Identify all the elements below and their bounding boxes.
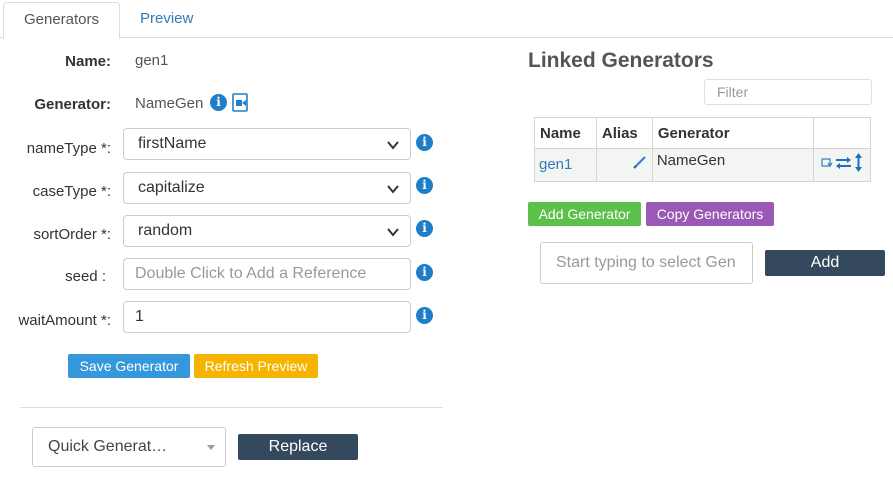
refresh-preview-button[interactable]: Refresh Preview <box>194 354 318 378</box>
chevron-down-icon <box>387 185 399 194</box>
add-generator-button[interactable]: Add Generator <box>528 202 641 226</box>
column-header-alias[interactable]: Alias <box>595 117 653 149</box>
column-header-name[interactable]: Name <box>534 117 597 149</box>
add-button[interactable]: Add <box>765 250 885 276</box>
name-label: Name: <box>65 53 111 70</box>
save-generator-button[interactable]: Save Generator <box>68 354 190 378</box>
case-type-value: capitalize <box>138 179 205 196</box>
generator-label: Generator: <box>34 96 111 113</box>
tab-generators[interactable]: Generators <box>3 2 120 39</box>
vertical-arrows-icon[interactable] <box>854 153 863 172</box>
quick-generator-value: Quick Generat… <box>48 438 168 455</box>
chevron-down-icon <box>387 228 399 237</box>
quick-generator-select[interactable]: Quick Generat… <box>32 427 226 467</box>
tab-preview[interactable]: Preview <box>122 2 211 39</box>
name-type-value: firstName <box>138 135 207 152</box>
divider <box>20 407 443 408</box>
linked-generators-title: Linked Generators <box>528 49 714 72</box>
info-circle-icon[interactable]: i <box>416 264 433 281</box>
generator-value: NameGen <box>135 95 204 112</box>
info-circle-icon[interactable]: i <box>210 94 227 111</box>
seed-label: seed : <box>65 268 106 285</box>
tab-bar: Generators Preview <box>0 0 893 39</box>
generator-search-input[interactable] <box>540 242 753 284</box>
replace-button[interactable]: Replace <box>238 434 358 460</box>
info-circle-icon[interactable]: i <box>416 134 433 151</box>
chevron-down-icon <box>387 141 399 150</box>
generator-name-link[interactable]: gen1 <box>539 156 572 173</box>
name-type-label: nameType *: <box>26 140 111 157</box>
retweet-icon[interactable] <box>819 157 834 169</box>
column-header-generator[interactable]: Generator <box>651 117 815 149</box>
video-icon[interactable] <box>232 93 250 112</box>
wait-amount-input[interactable] <box>123 301 411 333</box>
sort-order-value: random <box>138 222 193 239</box>
info-circle-icon[interactable]: i <box>416 307 433 324</box>
case-type-select[interactable]: capitalize <box>123 172 411 204</box>
sort-order-label: sortOrder *: <box>33 226 111 243</box>
caret-down-icon <box>207 445 215 450</box>
column-header-actions <box>813 117 871 149</box>
copy-generators-button[interactable]: Copy Generators <box>646 202 774 226</box>
pencil-icon[interactable] <box>633 155 647 169</box>
linked-generators-table: Name Alias Generator gen1 NameGen <box>534 117 871 182</box>
sort-order-select[interactable]: random <box>123 215 411 247</box>
wait-amount-label: waitAmount *: <box>18 312 111 329</box>
name-value: gen1 <box>135 52 169 69</box>
generator-type-value: NameGen <box>656 152 726 169</box>
name-type-select[interactable]: firstName <box>123 128 411 160</box>
exchange-icon[interactable] <box>835 156 852 170</box>
table-row: gen1 NameGen <box>534 148 871 182</box>
info-circle-icon[interactable]: i <box>416 220 433 237</box>
seed-input[interactable] <box>123 258 411 290</box>
filter-input[interactable] <box>704 79 872 105</box>
info-circle-icon[interactable]: i <box>416 177 433 194</box>
case-type-label: caseType *: <box>32 183 111 200</box>
